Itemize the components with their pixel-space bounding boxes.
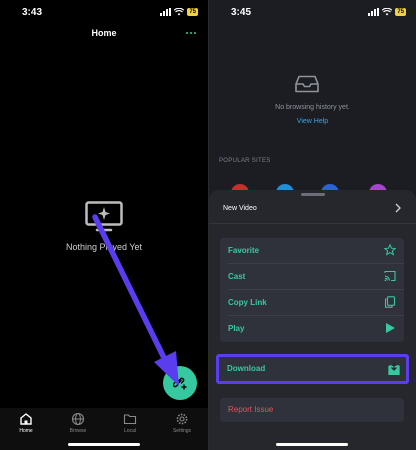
status-icons: 75 [160,8,198,16]
action-label: Play [228,324,245,333]
folder-icon [123,414,137,425]
tab-label: Settings [172,428,192,434]
action-sheet: New Video Favorite Cast Copy Link Play D… [209,190,416,450]
gear-icon [176,413,188,425]
favorite-row[interactable]: Favorite [220,238,404,264]
popular-sites-label: POPULAR SITES [219,158,271,164]
view-help-link[interactable]: View Help [209,118,416,125]
cast-row[interactable]: Cast [220,264,404,290]
play-icon [386,323,395,333]
download-icon [388,362,400,375]
signal-icon [368,8,380,16]
add-link-button[interactable] [163,366,197,400]
more-options-icon[interactable] [186,32,196,34]
play-row[interactable]: Play [220,316,404,342]
status-bar: 3:43 75 [0,0,208,24]
chevron-right-icon[interactable] [394,203,402,213]
action-label: Cast [228,272,246,281]
home-indicator [68,443,140,446]
status-icons: 75 [368,8,406,16]
action-label: Favorite [228,246,260,255]
status-bar: 3:45 75 [209,0,416,24]
empty-state-text: Nothing Played Yet [65,242,143,252]
download-button[interactable]: Download [216,354,409,384]
page-title: Home [91,28,117,38]
action-label: Copy Link [228,298,267,307]
tab-settings[interactable]: Settings [156,408,208,450]
monitor-icon [85,201,123,232]
sheet-title[interactable]: New Video [223,205,257,212]
report-issue-button[interactable]: Report Issue [220,398,404,422]
tab-home[interactable]: Home [0,408,52,450]
wifi-icon [174,8,185,16]
no-history-text: No browsing history yet. [275,104,350,111]
left-screen: 3:43 75 Home Nothing Played Yet Home Bro… [0,0,208,450]
sheet-handle[interactable] [301,193,325,196]
tab-label: Home [19,428,33,434]
status-time: 3:45 [231,7,252,18]
battery-indicator: 75 [395,8,406,16]
download-label: Download [227,364,266,373]
status-time: 3:43 [22,7,43,18]
tab-label: Browse [69,428,87,434]
tab-label: Local [124,428,136,434]
wifi-icon [382,8,393,16]
globe-icon [71,412,85,426]
home-icon [20,413,32,425]
star-icon [384,244,396,256]
battery-indicator: 75 [187,8,198,16]
cast-icon [384,270,396,282]
divider [209,223,416,224]
action-list: Favorite Cast Copy Link Play [220,238,404,342]
report-label: Report Issue [228,405,274,414]
signal-icon [160,8,172,16]
right-screen: 3:45 75 No browsing history yet. View He… [209,0,416,450]
link-add-icon [173,377,187,390]
copy-link-row[interactable]: Copy Link [220,290,404,316]
inbox-icon [295,75,319,93]
copy-icon [384,296,396,308]
home-indicator [276,443,348,446]
